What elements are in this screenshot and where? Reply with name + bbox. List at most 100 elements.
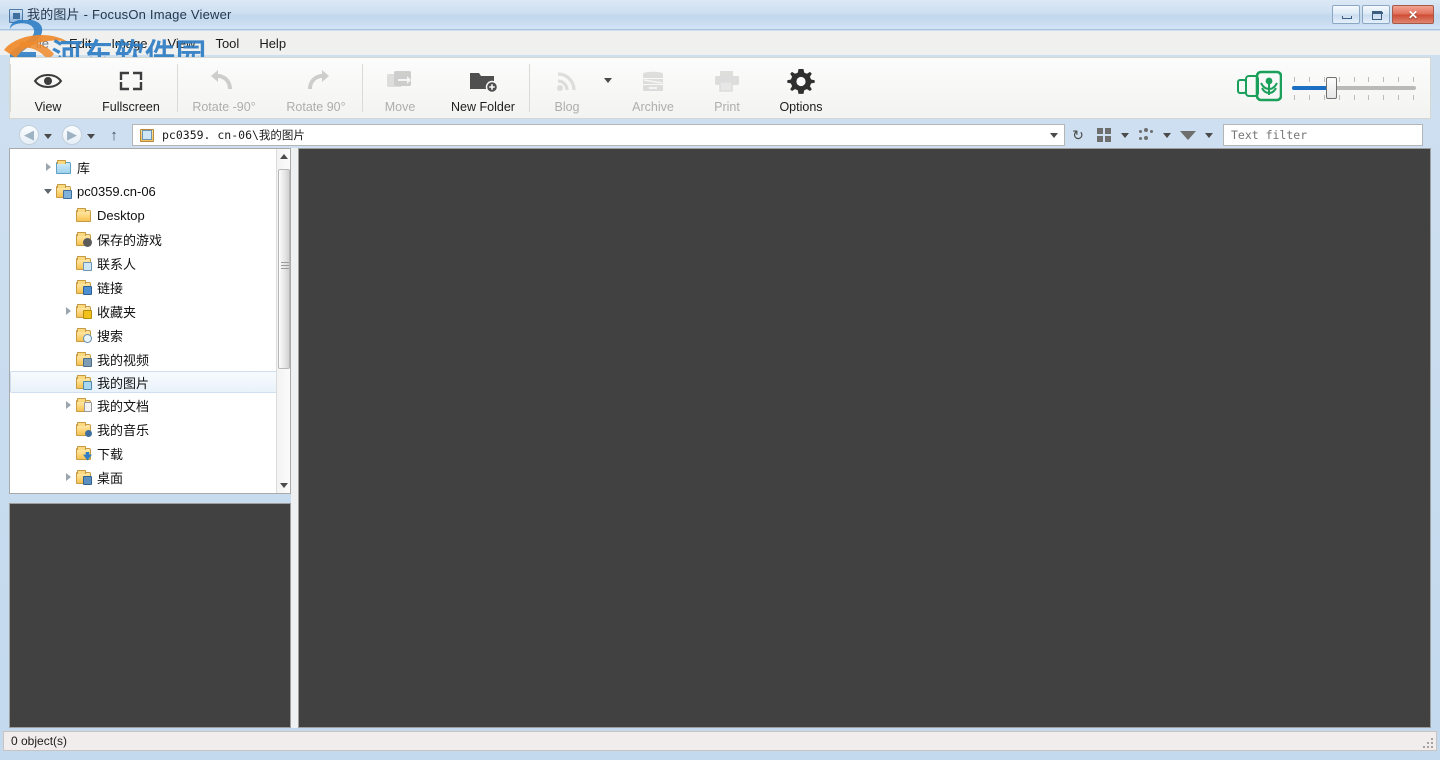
tree-item-videos[interactable]: 我的视频 xyxy=(10,347,278,371)
application-window: 我的图片 - FocusOn Image Viewer ✕ File Edit … xyxy=(0,0,1440,760)
filter-button[interactable] xyxy=(1175,124,1201,146)
tree-item-label: 我的视频 xyxy=(97,350,149,369)
tree-item-saved-games[interactable]: 保存的游戏 xyxy=(10,227,278,251)
tree-item-links[interactable]: 链接 xyxy=(10,275,278,299)
refresh-button[interactable]: ↻ xyxy=(1065,124,1091,146)
blog-button[interactable]: Blog xyxy=(530,58,604,118)
chevron-down-icon xyxy=(44,134,52,139)
blog-dropdown-button[interactable] xyxy=(604,58,616,118)
favorites-folder-icon xyxy=(76,305,91,318)
tree-item-desktop-cn[interactable]: 桌面 xyxy=(10,465,278,489)
tree-vertical-scrollbar[interactable] xyxy=(276,149,290,493)
links-folder-icon xyxy=(76,281,91,294)
menu-image[interactable]: Image xyxy=(101,34,157,53)
tree-item-library[interactable]: 库 xyxy=(10,155,278,179)
view-button[interactable]: View xyxy=(11,58,85,118)
menu-edit[interactable]: Edit xyxy=(59,34,101,53)
gear-icon xyxy=(787,66,815,96)
thumbnail-content-panel[interactable] xyxy=(298,148,1431,728)
folder-icon xyxy=(76,209,91,222)
folder-tree-panel: 库 pc0359.cn-06 Desktop 保存的游戏 xyxy=(9,148,291,494)
downloads-folder-icon xyxy=(76,447,91,460)
options-button[interactable]: Options xyxy=(764,58,838,118)
rotate-left-icon xyxy=(210,66,238,96)
sort-button[interactable] xyxy=(1133,124,1159,146)
expander-toggle[interactable] xyxy=(40,163,56,171)
tree-item-label: Desktop xyxy=(97,208,145,223)
print-button-label: Print xyxy=(714,100,740,114)
tree-item-downloads[interactable]: 下载 xyxy=(10,441,278,465)
view-mode-dropdown[interactable] xyxy=(1117,124,1133,146)
minimize-button[interactable] xyxy=(1332,5,1360,24)
menu-file[interactable]: File xyxy=(18,34,59,53)
resize-grip[interactable] xyxy=(1423,738,1433,748)
fullscreen-icon xyxy=(118,66,144,96)
videos-folder-icon xyxy=(76,353,91,366)
main-toolbar: View Fullscreen Rotate -90° xyxy=(9,57,1431,119)
text-filter-input[interactable] xyxy=(1224,125,1422,145)
documents-folder-icon xyxy=(76,399,91,412)
up-button[interactable]: ↑ xyxy=(106,127,122,144)
tree-item-label: 联系人 xyxy=(97,254,136,273)
menu-tool[interactable]: Tool xyxy=(205,34,249,53)
rotate-left-button[interactable]: Rotate -90° xyxy=(178,58,270,118)
saved-games-folder-icon xyxy=(76,233,91,246)
thumbnail-size-slider[interactable] xyxy=(1292,71,1416,105)
tree-item-pc0359cn06[interactable]: pc0359.cn-06 xyxy=(10,179,278,203)
address-dropdown-icon[interactable] xyxy=(1050,133,1058,138)
blog-button-label: Blog xyxy=(554,100,579,114)
tree-item-pictures[interactable]: 我的图片 xyxy=(10,371,278,393)
chevron-down-icon xyxy=(280,483,288,488)
panel-splitter[interactable] xyxy=(291,148,298,728)
menu-view[interactable]: View xyxy=(158,34,206,53)
text-filter-box[interactable] xyxy=(1223,124,1423,146)
scroll-up-button[interactable] xyxy=(277,149,290,164)
preview-panel[interactable] xyxy=(9,503,291,728)
tree-item-favorites[interactable]: 收藏夹 xyxy=(10,299,278,323)
thumbnail-size-icon xyxy=(1236,69,1282,108)
expander-toggle[interactable] xyxy=(60,307,76,315)
grid-view-icon xyxy=(1097,128,1111,142)
tree-item-documents[interactable]: 我的文档 xyxy=(10,393,278,417)
fullscreen-button[interactable]: Fullscreen xyxy=(85,58,177,118)
filter-dropdown[interactable] xyxy=(1201,124,1217,146)
app-icon xyxy=(9,9,23,23)
view-button-label: View xyxy=(35,100,62,114)
menu-help[interactable]: Help xyxy=(249,34,296,53)
view-mode-button[interactable] xyxy=(1091,124,1117,146)
tree-item-desktop-en[interactable]: Desktop xyxy=(10,203,278,227)
tree-item-label: 桌面 xyxy=(97,468,123,487)
address-input[interactable]: pc0359. cn-06\我的图片 xyxy=(132,124,1065,146)
scrollbar-thumb[interactable] xyxy=(278,169,290,369)
print-button[interactable]: Print xyxy=(690,58,764,118)
printer-icon xyxy=(713,66,741,96)
forward-arrow-icon: ▶ xyxy=(67,127,77,143)
expander-toggle[interactable] xyxy=(60,401,76,409)
expander-toggle[interactable] xyxy=(40,189,56,194)
back-history-dropdown[interactable] xyxy=(44,126,52,144)
back-button[interactable]: ◀ xyxy=(19,125,39,145)
move-button[interactable]: Move xyxy=(363,58,437,118)
forward-history-dropdown[interactable] xyxy=(87,126,95,144)
expander-toggle[interactable] xyxy=(60,473,76,481)
close-button[interactable]: ✕ xyxy=(1392,5,1434,24)
close-icon: ✕ xyxy=(1393,6,1433,23)
eye-icon xyxy=(33,66,63,96)
music-folder-icon xyxy=(76,423,91,436)
tree-item-music[interactable]: 我的音乐 xyxy=(10,417,278,441)
rotate-right-icon xyxy=(302,66,330,96)
new-folder-button[interactable]: New Folder xyxy=(437,58,529,118)
rotate-right-button[interactable]: Rotate 90° xyxy=(270,58,362,118)
tree-item-contacts[interactable]: 联系人 xyxy=(10,251,278,275)
scroll-down-button[interactable] xyxy=(277,478,291,493)
archive-button[interactable]: Archive xyxy=(616,58,690,118)
menu-bar: File Edit Image View Tool Help xyxy=(0,31,1440,55)
back-arrow-icon: ◀ xyxy=(24,127,34,143)
tree-item-searches[interactable]: 搜索 xyxy=(10,323,278,347)
sort-icon xyxy=(1138,128,1154,142)
chevron-down-icon xyxy=(1205,133,1213,138)
forward-button[interactable]: ▶ xyxy=(62,125,82,145)
sort-dropdown[interactable] xyxy=(1159,124,1175,146)
maximize-button[interactable] xyxy=(1362,5,1390,24)
pictures-folder-icon xyxy=(140,129,154,142)
